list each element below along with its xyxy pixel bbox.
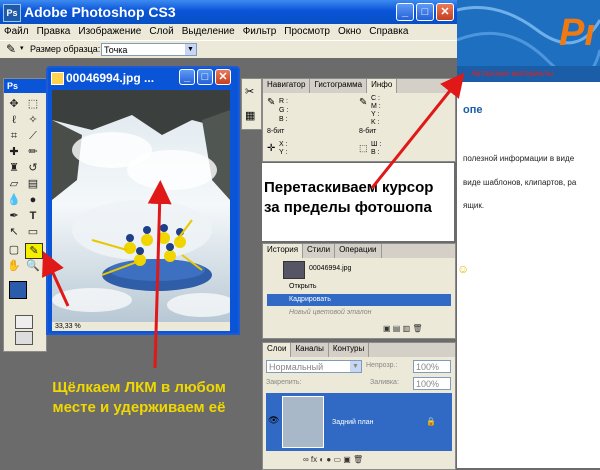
annotation-arrows [42,72,465,369]
arrow-to-photo [147,180,172,369]
arrow-to-eyedropper [42,251,70,307]
arrow-to-webpage [370,72,465,189]
